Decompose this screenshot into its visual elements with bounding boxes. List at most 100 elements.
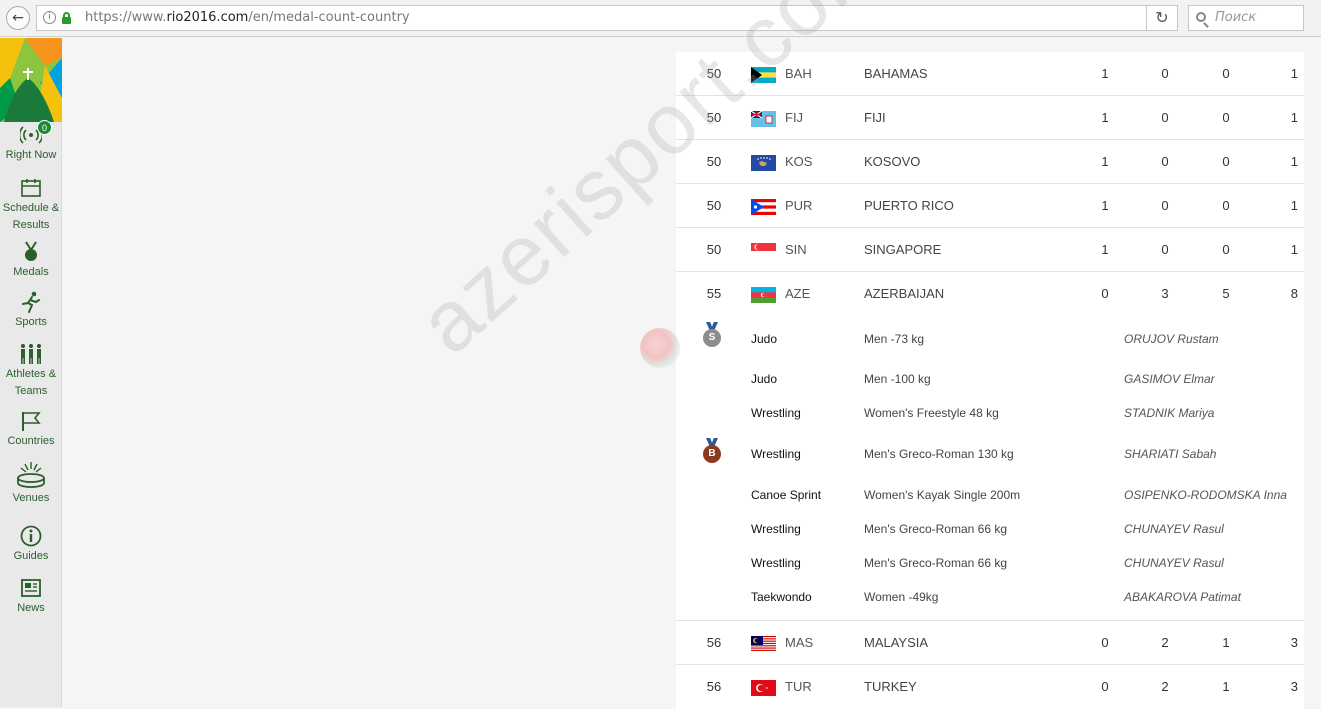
sidebar-item-right-now[interactable]: 0 Right Now <box>0 120 62 164</box>
medal-sport: Wrestling <box>751 406 801 420</box>
bronze-count: 5 <box>1222 286 1230 301</box>
url-path: /en/medal-count-country <box>248 10 410 25</box>
medal-event: Men's Greco-Roman 130 kg <box>864 447 1014 461</box>
bronze-count: 0 <box>1222 154 1230 169</box>
back-arrow-icon[interactable]: ← <box>6 6 30 30</box>
address-bar[interactable]: i https://www.rio2016.com/en/medal-count… <box>36 5 1146 31</box>
silver-count: 0 <box>1161 66 1169 81</box>
medal-event: Women's Kayak Single 200m <box>864 488 1021 502</box>
country-name[interactable]: MALAYSIA <box>864 621 928 665</box>
search-placeholder: Поиск <box>1215 10 1257 25</box>
medal-entry: S Judo Men -73 kg ORUJOV Rustam <box>676 316 1304 362</box>
medal-sport: Taekwondo <box>751 590 812 604</box>
medal-athlete[interactable]: SHARIATI Sabah <box>1124 430 1216 478</box>
url-text: https://www.rio2016.com/en/medal-count-c… <box>85 6 410 30</box>
country-row-bah[interactable]: 50 BAH BAHAMAS 1 0 0 1 <box>676 52 1304 96</box>
info-icon[interactable]: i <box>43 11 56 24</box>
total-count: 8 <box>1290 286 1298 301</box>
medal-entry: Taekwondo Women -49kg ABAKAROVA Patimat <box>676 580 1304 620</box>
country-code: FIJ <box>785 110 804 125</box>
sidebar-item-label: Guides <box>13 550 49 562</box>
sidebar-item-medals[interactable]: Medals <box>0 241 62 281</box>
country-name[interactable]: PUERTO RICO <box>864 184 954 228</box>
bronze-medal-icon: B <box>702 438 722 464</box>
sidebar-item-schedule[interactable]: Schedule & Results <box>0 177 62 234</box>
medal-athlete[interactable]: GASIMOV Elmar <box>1124 362 1215 396</box>
rank: 56 <box>706 635 722 650</box>
silver-count: 3 <box>1161 286 1169 301</box>
country-row-mas[interactable]: 56 MAS MALAYSIA 0 2 1 3 <box>676 621 1304 665</box>
medal-entry: B Wrestling Men's Greco-Roman 130 kg SHA… <box>676 430 1304 478</box>
reload-icon[interactable]: ↻ <box>1146 5 1178 31</box>
gold-count: 1 <box>1101 66 1109 81</box>
sidebar: 0 Right Now Schedule & Results Medals Sp… <box>0 38 62 707</box>
rank: 50 <box>706 154 722 169</box>
search-icon <box>1196 12 1206 22</box>
total-count: 3 <box>1290 635 1298 650</box>
flag-icon <box>22 412 41 431</box>
medal-athlete[interactable]: CHUNAYEV Rasul <box>1124 546 1224 580</box>
medal-entry: Judo Men -100 kg GASIMOV Elmar <box>676 362 1304 396</box>
country-row-pur[interactable]: 50 PUR PUERTO RICO 1 0 0 1 <box>676 184 1304 228</box>
medal-athlete[interactable]: ABAKAROVA Patimat <box>1124 580 1241 614</box>
flag-bahamas-icon <box>751 67 776 83</box>
flag-malaysia-icon <box>751 636 776 652</box>
country-row-kos[interactable]: 50 KOS KOSOVO 1 0 0 1 <box>676 140 1304 184</box>
medal-athlete[interactable]: OSIPENKO-RODOMSKA Inna <box>1124 478 1287 512</box>
country-name[interactable]: SINGAPORE <box>864 228 941 272</box>
total-count: 1 <box>1290 110 1298 125</box>
sidebar-item-sports[interactable]: Sports <box>0 291 62 331</box>
total-count: 3 <box>1290 679 1298 694</box>
rio-logo[interactable] <box>0 38 62 122</box>
medal-athlete[interactable]: STADNIK Mariya <box>1124 396 1214 430</box>
medal-athlete[interactable]: ORUJOV Rustam <box>1124 316 1219 362</box>
info-circle-icon <box>20 525 42 547</box>
sidebar-item-athletes[interactable]: Athletes & Teams <box>0 343 62 400</box>
silver-count: 0 <box>1161 198 1169 213</box>
silver-medal-icon: S <box>702 322 722 348</box>
medal-sport: Judo <box>751 332 778 346</box>
country-row-sin[interactable]: 50 SIN SINGAPORE 1 0 0 1 <box>676 228 1304 272</box>
url-domain: rio2016.com <box>166 10 249 25</box>
silver-count: 0 <box>1161 110 1169 125</box>
country-row-tur[interactable]: 56 TUR TURKEY 0 2 1 3 <box>676 665 1304 709</box>
rank: 56 <box>706 679 722 694</box>
country-name[interactable]: BAHAMAS <box>864 52 928 96</box>
medal-table: 50 BAH BAHAMAS 1 0 0 1 50 FIJ FIJI 1 0 0… <box>676 52 1304 709</box>
medal-event: Men -73 kg <box>864 332 925 346</box>
gold-count: 1 <box>1101 110 1109 125</box>
country-row-header[interactable]: 55 AZE AZERBAIJAN 0 3 5 8 <box>676 272 1304 316</box>
url-prefix: https://www. <box>85 10 167 25</box>
sidebar-item-guides[interactable]: Guides <box>0 525 62 565</box>
gold-count: 1 <box>1101 154 1109 169</box>
country-name[interactable]: KOSOVO <box>864 140 920 184</box>
bronze-count: 0 <box>1222 66 1230 81</box>
country-row-fij[interactable]: 50 FIJ FIJI 1 0 0 1 <box>676 96 1304 140</box>
athletes-icon <box>21 344 41 364</box>
lock-icon <box>62 12 71 24</box>
medal-event: Men's Greco-Roman 66 kg <box>864 556 1008 570</box>
sidebar-item-countries[interactable]: Countries <box>0 410 62 450</box>
sidebar-item-news[interactable]: News <box>0 577 62 617</box>
total-count: 1 <box>1290 242 1298 257</box>
flag-turkey-icon <box>751 680 776 696</box>
sidebar-item-venues[interactable]: Venues <box>0 461 62 507</box>
medal-athlete[interactable]: CHUNAYEV Rasul <box>1124 512 1224 546</box>
flag-kosovo-icon <box>751 155 776 171</box>
silver-count: 0 <box>1161 154 1169 169</box>
medal-sport: Wrestling <box>751 556 801 570</box>
rank: 50 <box>706 198 722 213</box>
country-name[interactable]: AZERBAIJAN <box>864 272 944 316</box>
country-name[interactable]: TURKEY <box>864 665 917 709</box>
country-name[interactable]: FIJI <box>864 96 886 140</box>
total-count: 1 <box>1290 198 1298 213</box>
sidebar-item-label: Right Now <box>5 149 57 161</box>
sidebar-item-label: News <box>17 602 45 614</box>
country-row-aze[interactable]: 55 AZE AZERBAIJAN 0 3 5 8 S Judo Men -73… <box>676 272 1304 621</box>
medal-sport: Wrestling <box>751 522 801 536</box>
country-code: SIN <box>785 242 807 257</box>
search-input[interactable]: Поиск <box>1188 5 1304 31</box>
total-count: 1 <box>1290 154 1298 169</box>
sidebar-item-label: Athletes & Teams <box>5 368 57 397</box>
sidebar-item-label: Countries <box>7 435 55 447</box>
